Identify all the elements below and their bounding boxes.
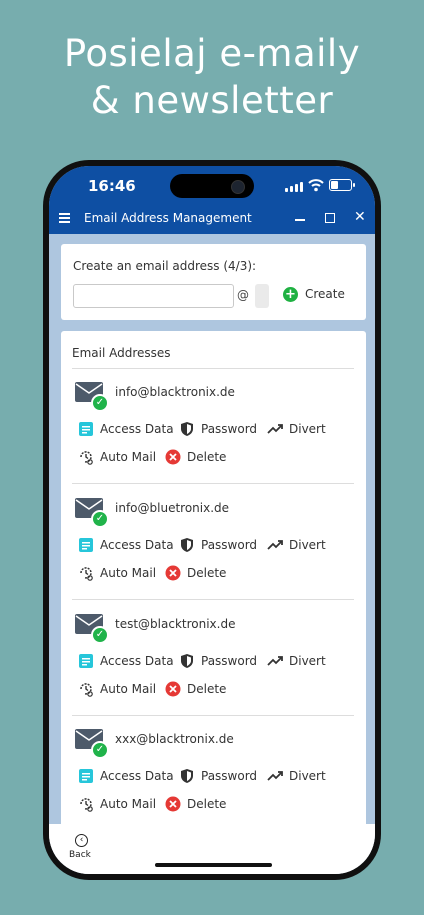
- history-icon: [80, 451, 93, 465]
- check-icon: ✓: [91, 741, 109, 759]
- window-title: Email Address Management: [84, 211, 252, 225]
- phone-frame: 16:46 Email Address Management ✕ Create …: [43, 160, 381, 880]
- maximize-icon[interactable]: [325, 213, 335, 223]
- create-card: Create an email address (4/3): @ + Creat…: [61, 244, 366, 320]
- divider: [72, 599, 354, 600]
- check-icon: ✓: [91, 626, 109, 644]
- auto-mail-label: Auto Mail: [100, 682, 157, 696]
- delete-label: Delete: [187, 682, 227, 696]
- signal-icon: [285, 181, 303, 192]
- battery-icon: [329, 179, 355, 191]
- domain-select[interactable]: [255, 284, 269, 308]
- phone-screen: 16:46 Email Address Management ✕ Create …: [49, 166, 375, 874]
- divert-label: Divert: [289, 538, 326, 552]
- trend-icon: [267, 656, 283, 666]
- list-title: Email Addresses: [72, 346, 171, 360]
- email-local-part-input[interactable]: [73, 284, 234, 308]
- envelope-icon: ✓: [75, 498, 109, 528]
- password-label: Password: [201, 538, 258, 552]
- auto-mail-label: Auto Mail: [100, 450, 157, 464]
- dynamic-island: [170, 174, 254, 198]
- envelope-icon: ✓: [75, 614, 109, 644]
- camera-icon: [231, 180, 245, 194]
- document-icon: [79, 769, 93, 783]
- email-list-card: Email Addresses ✓ info@blacktronix.de Ac…: [61, 331, 366, 831]
- password-label: Password: [201, 422, 258, 436]
- minimize-icon[interactable]: [295, 219, 305, 221]
- wifi-icon: [308, 179, 324, 192]
- trend-icon: [267, 540, 283, 550]
- title-bar: Email Address Management ✕: [49, 204, 375, 234]
- email-address: test@blacktronix.de: [115, 617, 236, 631]
- access-data-label: Access Data: [100, 769, 174, 783]
- delete-label: Delete: [187, 450, 227, 464]
- back-button[interactable]: ‹ Back: [69, 834, 101, 864]
- status-time: 16:46: [88, 177, 136, 195]
- plus-icon: +: [283, 287, 298, 302]
- divert-label: Divert: [289, 422, 326, 436]
- shield-icon: [181, 538, 193, 552]
- email-address: info@bluetronix.de: [115, 501, 230, 515]
- list-item: ✓ info@bluetronix.de Access Data Passwor…: [61, 485, 366, 600]
- email-address: xxx@blacktronix.de: [115, 732, 234, 746]
- headline: Posielaj e-maily & newsletter: [0, 30, 424, 124]
- delete-icon: [165, 565, 181, 581]
- envelope-icon: ✓: [75, 729, 109, 759]
- auto-mail-label: Auto Mail: [100, 797, 157, 811]
- at-sign: @: [237, 288, 249, 302]
- delete-label: Delete: [187, 797, 227, 811]
- history-icon: [80, 683, 93, 697]
- divider: [72, 483, 354, 484]
- divert-label: Divert: [289, 769, 326, 783]
- access-data-label: Access Data: [100, 538, 174, 552]
- headline-line-1: Posielaj e-maily: [63, 32, 361, 75]
- divert-label: Divert: [289, 654, 326, 668]
- shield-icon: [181, 654, 193, 668]
- email-address: info@blacktronix.de: [115, 385, 235, 399]
- menu-icon[interactable]: [59, 213, 70, 224]
- delete-icon: [165, 796, 181, 812]
- history-icon: [80, 567, 93, 581]
- delete-icon: [165, 681, 181, 697]
- document-icon: [79, 422, 93, 436]
- back-icon: ‹: [75, 834, 88, 847]
- check-icon: ✓: [91, 394, 109, 412]
- access-data-label: Access Data: [100, 422, 174, 436]
- password-label: Password: [201, 769, 258, 783]
- password-label: Password: [201, 654, 258, 668]
- delete-label: Delete: [187, 566, 227, 580]
- trend-icon: [267, 771, 283, 781]
- access-data-label: Access Data: [100, 654, 174, 668]
- back-label: Back: [69, 850, 91, 860]
- shield-icon: [181, 422, 193, 436]
- auto-mail-label: Auto Mail: [100, 566, 157, 580]
- close-icon[interactable]: ✕: [354, 210, 366, 224]
- delete-icon: [165, 449, 181, 465]
- document-icon: [79, 654, 93, 668]
- shield-icon: [181, 769, 193, 783]
- create-button-label: Create: [305, 287, 345, 301]
- list-item: ✓ test@blacktronix.de Access Data Passwo…: [61, 601, 366, 716]
- envelope-icon: ✓: [75, 382, 109, 412]
- home-indicator: [155, 863, 272, 867]
- trend-icon: [267, 424, 283, 434]
- document-icon: [79, 538, 93, 552]
- headline-line-2: & newsletter: [90, 79, 334, 122]
- list-item: ✓ info@blacktronix.de Access Data Passwo…: [61, 369, 366, 484]
- history-icon: [80, 798, 93, 812]
- list-item: ✓ xxx@blacktronix.de Access Data Passwor…: [61, 716, 366, 831]
- check-icon: ✓: [91, 510, 109, 528]
- status-bar: 16:46: [49, 166, 375, 204]
- create-label: Create an email address (4/3):: [73, 259, 257, 273]
